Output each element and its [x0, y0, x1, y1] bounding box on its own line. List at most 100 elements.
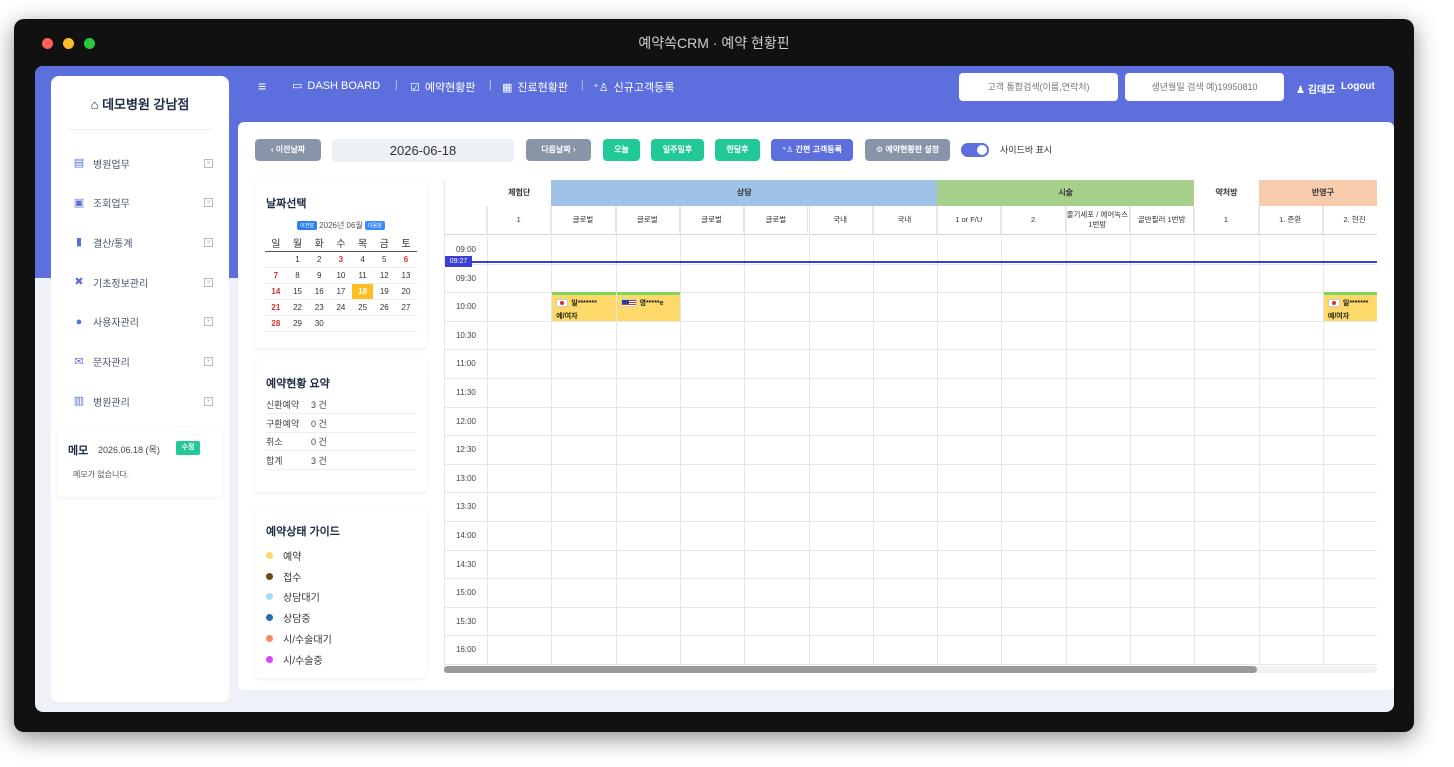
- weekday-label: 화: [314, 239, 324, 250]
- prev-date-button[interactable]: ‹ 이전날짜: [255, 139, 321, 161]
- sidebar-item[interactable]: ✖ 기초정보관리 ×: [51, 271, 229, 293]
- calendar-day[interactable]: 1: [287, 252, 309, 267]
- nav-reservation-board[interactable]: ☑ 예약현황판: [410, 79, 475, 95]
- calendar-day[interactable]: 6: [395, 252, 417, 267]
- month-later-button[interactable]: 한달후: [715, 139, 760, 161]
- appointment-card[interactable]: 일******* 예/여자: [552, 292, 616, 322]
- nav-dashboard[interactable]: ▭ DASH BOARD: [292, 79, 380, 93]
- week-later-button[interactable]: 일주일후: [651, 139, 704, 161]
- calendar-day[interactable]: 11: [352, 268, 374, 283]
- summary-row: 합계 3 건: [266, 452, 416, 470]
- sidebar-item[interactable]: ▣ 조회업무 ×: [51, 192, 229, 214]
- calendar-empty-cell: [395, 316, 417, 331]
- calendar-day[interactable]: 4: [352, 252, 374, 267]
- calendar-day[interactable]: 25: [352, 300, 374, 315]
- sidebar-item-label: 조회업무: [93, 199, 130, 211]
- sidebar-item[interactable]: ▥ 병원관리 ×: [51, 390, 229, 412]
- calendar-day[interactable]: 26: [373, 300, 395, 315]
- column-divider: [1130, 206, 1131, 664]
- collapse-icon[interactable]: ×: [204, 198, 213, 208]
- brand-divider: [67, 129, 213, 130]
- calendar-day[interactable]: 28: [265, 316, 287, 331]
- scrollbar-thumb[interactable]: [444, 666, 1257, 673]
- logout-button[interactable]: Logout: [1341, 81, 1375, 92]
- time-slot-label: 10:30: [455, 330, 477, 340]
- board-settings-button[interactable]: ⚙ 예약현황판 설정: [865, 139, 950, 161]
- collapse-icon[interactable]: ×: [204, 277, 213, 287]
- collapse-icon[interactable]: ×: [204, 396, 213, 406]
- mail-icon: ✉: [74, 355, 84, 368]
- weekday-label: 목: [357, 239, 368, 250]
- collapse-icon[interactable]: ×: [204, 357, 213, 366]
- customer-search-input[interactable]: [959, 73, 1118, 101]
- sidebar-item-label: 병원관리: [93, 397, 130, 409]
- next-month-button[interactable]: 다음달: [365, 221, 385, 231]
- calendar-day[interactable]: 22: [287, 300, 309, 315]
- room-column-header: 국내: [808, 206, 873, 235]
- calendar-day[interactable]: 7: [265, 268, 287, 283]
- calendar-day[interactable]: 12: [373, 268, 395, 283]
- calendar-day[interactable]: 14: [265, 284, 287, 299]
- nav-new-customer[interactable]: ⁺♙ 신규고객등록: [593, 79, 674, 95]
- window-titlebar: 예약쏙CRM · 예약 현황핀: [14, 19, 1414, 66]
- calendar-day[interactable]: 3: [330, 252, 352, 267]
- calendar-empty-cell: [265, 252, 287, 267]
- horizontal-scrollbar[interactable]: [444, 666, 1377, 673]
- calendar-day[interactable]: 21: [265, 300, 287, 315]
- sidebar-item[interactable]: ✉ 문자관리 ×: [51, 351, 229, 373]
- nav-reservation-board-label: 예약현황판: [424, 82, 476, 94]
- calendar-day[interactable]: 16: [308, 284, 330, 299]
- quick-register-button[interactable]: ⁺♙ 간편 고객등록: [771, 139, 853, 161]
- time-slot-label: 16:00: [455, 645, 477, 655]
- calendar-day[interactable]: 23: [308, 300, 330, 315]
- time-row-divider: [445, 406, 1377, 408]
- calendar-day[interactable]: 8: [287, 268, 309, 283]
- memo-edit-button[interactable]: 수정: [176, 441, 200, 455]
- calendar-day[interactable]: 30: [308, 316, 330, 331]
- collapse-icon[interactable]: ×: [204, 237, 213, 247]
- time-row-divider: [445, 521, 1377, 522]
- calendar-day[interactable]: 13: [395, 268, 417, 283]
- sidebar-toggle[interactable]: [961, 143, 989, 157]
- schedule-grid: 체험단 상담 시술 약처방 반영구 1 글로벌 글로벌 글로벌 글로벌 국내 국내 1 or F/U 2 줄…: [444, 180, 1377, 673]
- calendar-day[interactable]: 18: [351, 284, 374, 299]
- summary-row: 취소 0 건: [266, 433, 416, 451]
- weekday-label: 월: [292, 239, 303, 250]
- calendar-day[interactable]: 9: [308, 268, 330, 283]
- calendar-day[interactable]: 5: [373, 252, 395, 267]
- collapse-icon[interactable]: ×: [204, 158, 213, 168]
- sidebar-item[interactable]: ▮ 결산/통계 ×: [51, 231, 229, 253]
- calendar-day[interactable]: 20: [395, 284, 417, 299]
- chevron-left-icon: ‹: [270, 145, 274, 154]
- bar-chart-icon: ▮: [75, 236, 83, 249]
- birthdate-search-input[interactable]: [1125, 73, 1284, 101]
- sidebar-item[interactable]: ● 사용자관리 ×: [51, 311, 229, 333]
- nav-separator: |: [581, 80, 584, 91]
- nav-treatment-board[interactable]: ▦ 진료현황판: [502, 79, 568, 95]
- calendar-day[interactable]: 17: [330, 284, 352, 299]
- calendar-day[interactable]: 19: [373, 284, 395, 299]
- brand[interactable]: ⌂ 데모병원 강남점: [51, 94, 229, 113]
- calendar-day[interactable]: 2: [308, 252, 330, 267]
- calendar-day[interactable]: 24: [330, 300, 352, 315]
- sidebar-item[interactable]: ▤ 병원업무 ×: [51, 152, 229, 174]
- calendar-icon: ▦: [502, 81, 513, 94]
- collapse-icon[interactable]: ×: [204, 317, 213, 327]
- summary-value: 3 건: [311, 455, 327, 466]
- prev-month-button[interactable]: 이전달: [297, 221, 317, 231]
- appointment-card[interactable]: 일******* 예/여자: [1323, 292, 1377, 322]
- calendar-day[interactable]: 10: [330, 268, 352, 283]
- calendar-day[interactable]: 29: [287, 316, 309, 331]
- date-input[interactable]: [332, 139, 514, 162]
- today-button[interactable]: 오늘: [603, 139, 640, 161]
- appointment-card[interactable]: 영*****e: [616, 292, 680, 322]
- calendar-day[interactable]: 27: [395, 300, 417, 315]
- month-label: 2026년 06월: [319, 221, 363, 230]
- time-slot-label: 13:00: [455, 473, 477, 483]
- user-menu[interactable]: ♟ 김데모: [1296, 81, 1335, 96]
- calendar-day[interactable]: 15: [287, 284, 309, 299]
- hamburger-menu-icon[interactable]: ≡: [258, 79, 272, 93]
- next-date-button[interactable]: 다음날짜 ›: [526, 139, 591, 161]
- quick-register-label: 간편 고객등록: [795, 145, 843, 154]
- board-settings-label: 예약현황판 설정: [885, 145, 940, 154]
